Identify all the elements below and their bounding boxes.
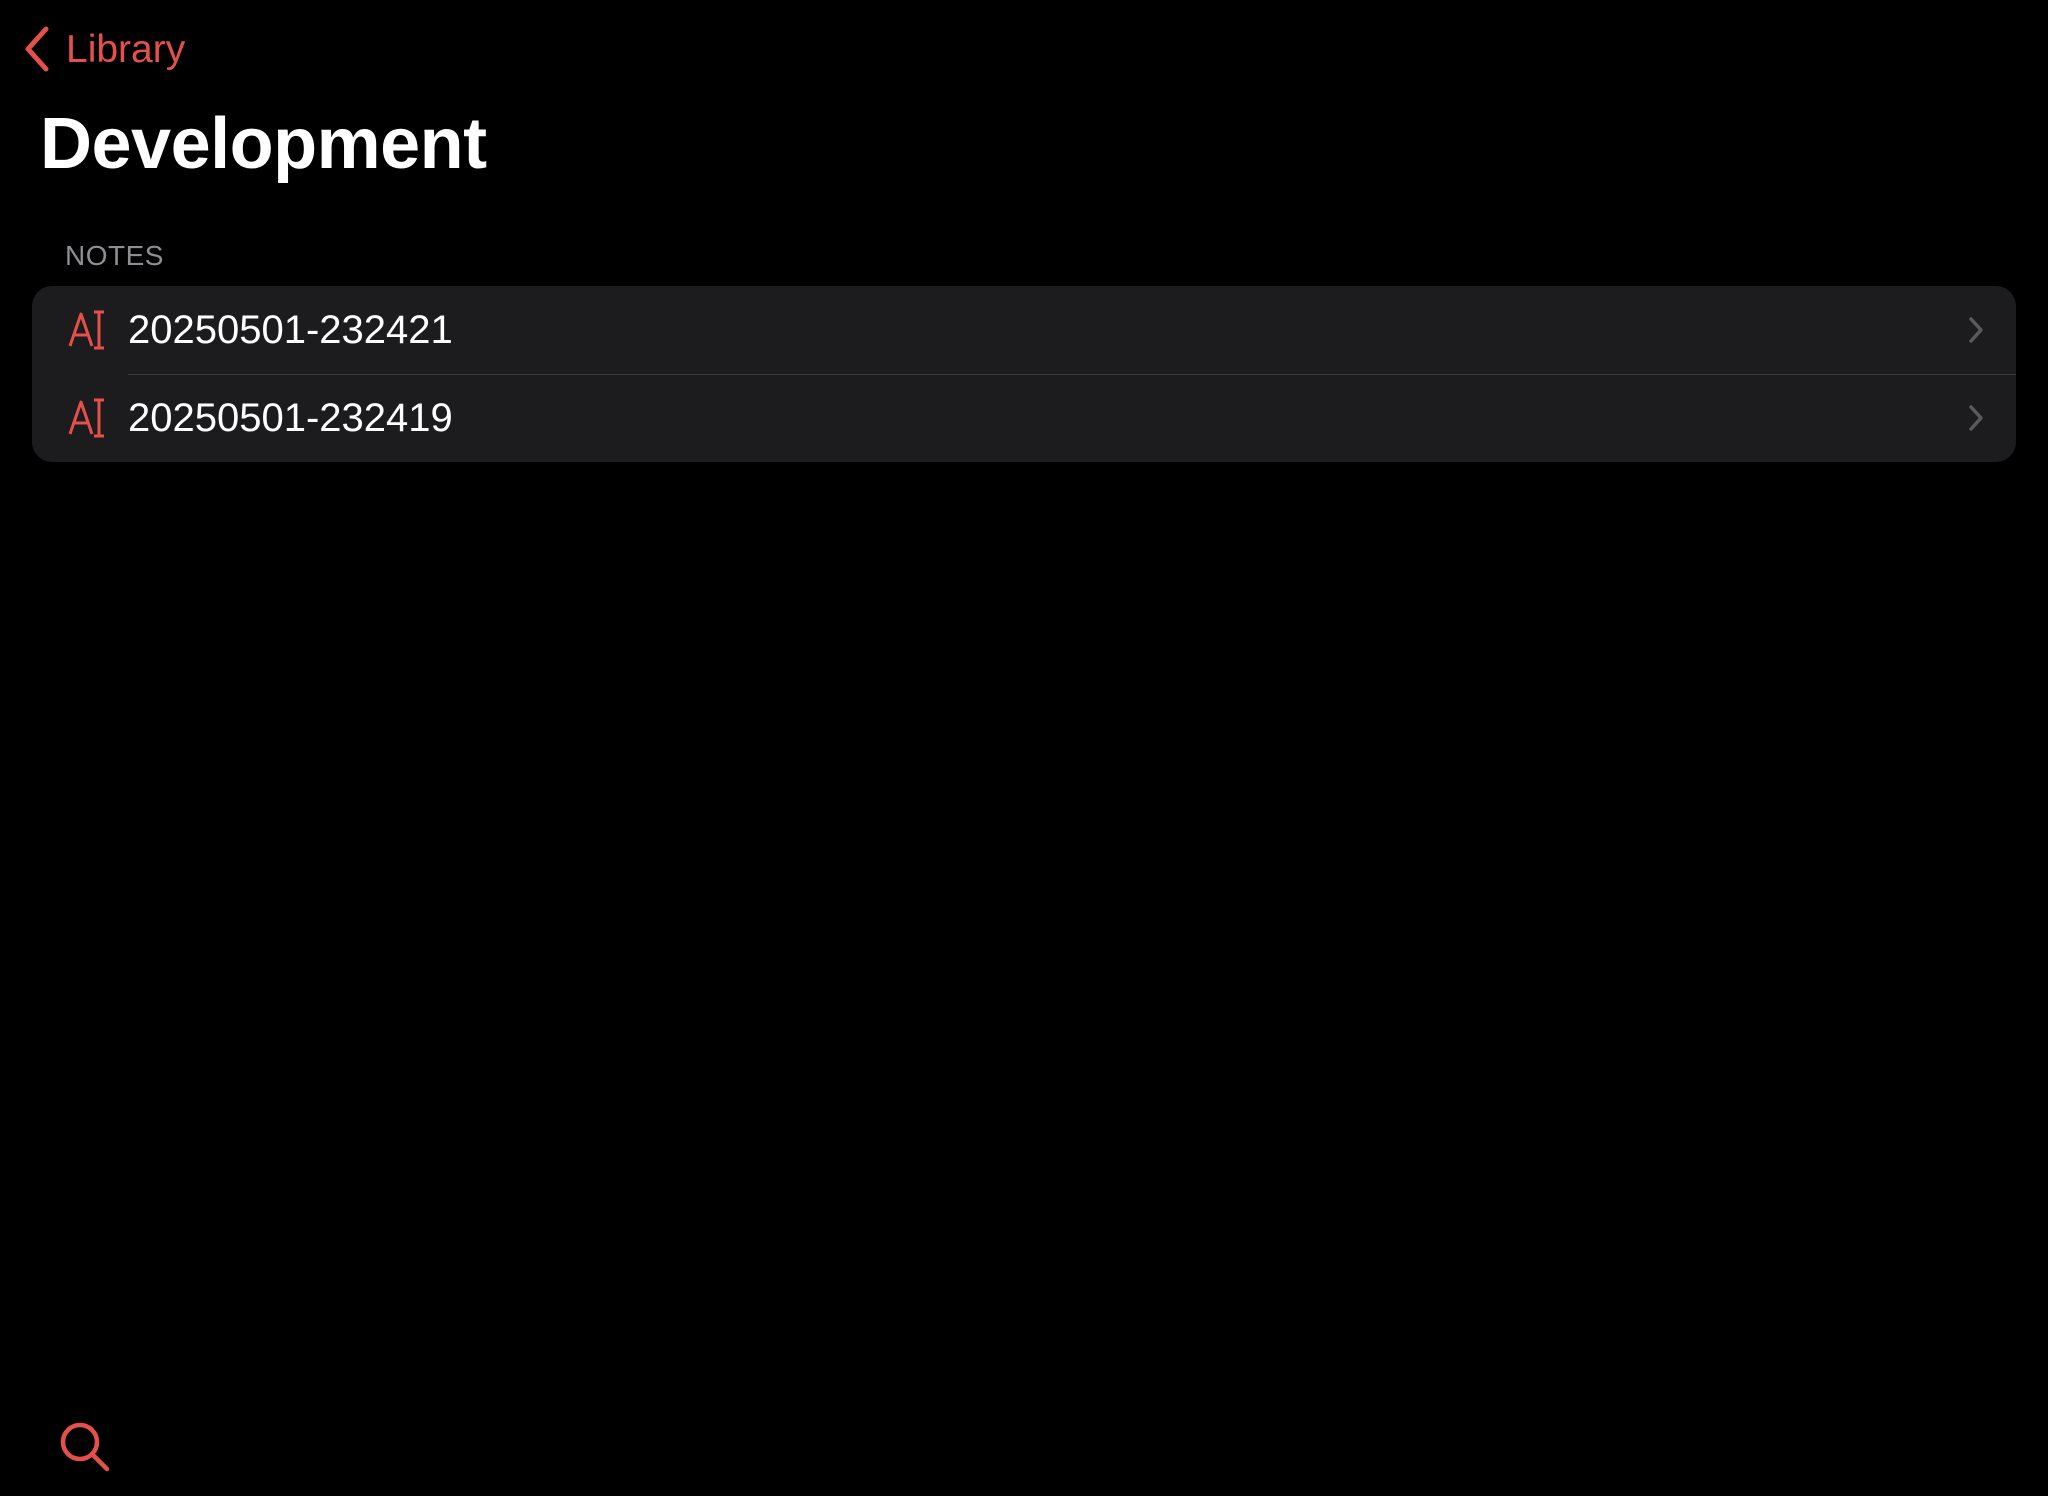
note-title: 20250501-232419 bbox=[128, 396, 453, 440]
text-note-icon bbox=[66, 308, 110, 352]
chevron-right-icon bbox=[1966, 316, 1986, 344]
search-button[interactable] bbox=[58, 1420, 112, 1474]
chevron-left-icon bbox=[22, 25, 52, 73]
text-note-icon bbox=[66, 396, 110, 440]
notes-list: 20250501-232421 20250501-232419 bbox=[32, 286, 2016, 462]
screen: Library Development NOTES 20250501-23242… bbox=[0, 0, 2048, 1496]
page-title: Development bbox=[40, 104, 487, 184]
notes-section-header: NOTES bbox=[65, 240, 164, 271]
list-item[interactable]: 20250501-232419 bbox=[32, 374, 2016, 462]
back-button-label: Library bbox=[66, 27, 186, 71]
chevron-right-icon bbox=[1966, 404, 1986, 432]
note-title: 20250501-232421 bbox=[128, 308, 453, 352]
search-icon bbox=[58, 1420, 112, 1474]
back-button[interactable]: Library bbox=[22, 22, 185, 76]
list-item[interactable]: 20250501-232421 bbox=[32, 286, 2016, 374]
